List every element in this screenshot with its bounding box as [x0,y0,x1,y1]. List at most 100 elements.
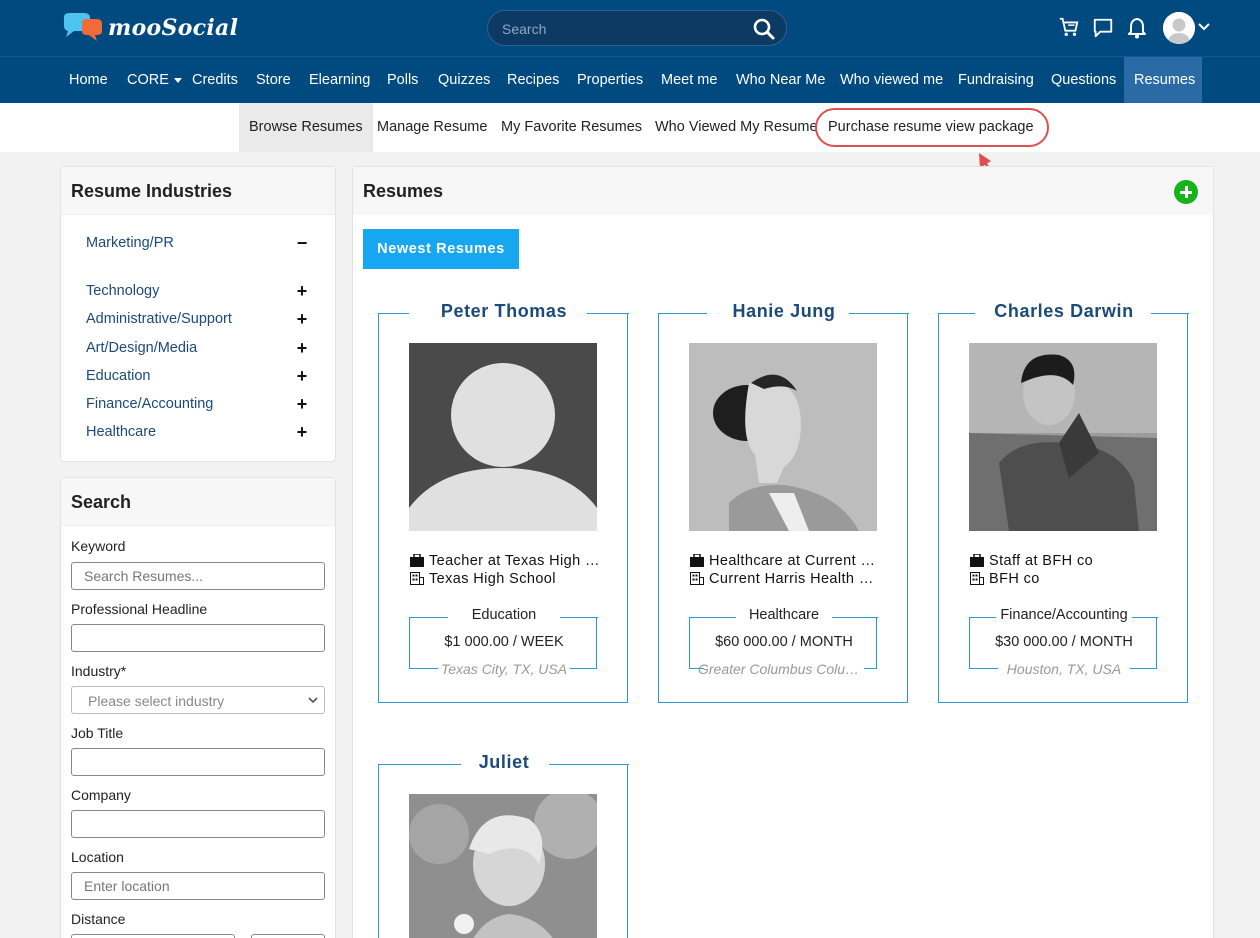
search-title: Search [61,478,335,526]
expand-icon[interactable]: + [295,394,309,415]
industry-item[interactable]: Healthcare [86,424,156,440]
industry-item[interactable]: Art/Design/Media [86,340,197,356]
nav-item-store[interactable]: Store [246,57,301,103]
nav-item-core[interactable]: CORE [117,57,192,103]
nav-item-elearning[interactable]: Elearning [299,57,380,103]
nav-item-polls[interactable]: Polls [377,57,428,103]
resume-photo[interactable] [689,343,877,531]
nav-label: Quizzes [438,72,491,88]
nav-item-quizzes[interactable]: Quizzes [428,57,500,103]
search-panel: Search Keyword Professional Headline Ind… [60,477,336,938]
distance-unit-select[interactable] [251,934,325,938]
building-icon [690,572,704,585]
resume-name[interactable]: Juliet [379,752,629,773]
resume-salary: $60 000.00 / MONTH [715,634,853,650]
nav-label: Questions [1051,72,1117,88]
resume-location: Texas City, TX, USA [440,661,568,677]
global-search-input[interactable] [502,19,742,39]
subnav-browse-resumes[interactable]: Browse Resumes [239,103,373,152]
industry-item[interactable]: Technology [86,283,159,299]
search-icon[interactable] [752,17,776,41]
jobtitle-input[interactable] [71,748,325,776]
industry-item[interactable]: Administrative/Support [86,311,232,327]
resume-photo[interactable] [969,343,1157,531]
resume-salary-box: Education $1 000.00 / WEEK Texas City, T… [409,607,598,677]
expand-icon[interactable]: + [295,309,309,330]
resumes-panel: Resumes Newest Resumes Peter Thomas Teac… [352,166,1214,938]
company-input[interactable] [71,810,325,838]
expand-icon[interactable]: + [295,366,309,387]
briefcase-icon [410,554,424,567]
resume-card[interactable]: Juliet [378,752,629,938]
resume-name[interactable]: Hanie Jung [659,301,909,322]
resume-card[interactable]: Hanie Jung Healthcare at Current Harris … [658,301,909,703]
distance-input[interactable] [71,934,235,938]
user-avatar-icon [1163,12,1195,44]
nav-item-who-viewed-me[interactable]: Who viewed me [830,57,953,103]
nav-item-home[interactable]: Home [59,57,118,103]
industry-item[interactable]: Marketing/PR [86,235,174,251]
industry-item[interactable]: Finance/Accounting [86,396,213,412]
building-icon [970,572,984,585]
headline-input[interactable] [71,624,325,652]
expand-icon[interactable]: + [295,422,309,443]
nav-label: Fundraising [958,72,1034,88]
nav-item-meet-me[interactable]: Meet me [651,57,727,103]
chevron-down-icon[interactable] [1198,22,1210,32]
bell-icon[interactable] [1127,17,1147,39]
nav-item-questions[interactable]: Questions [1041,57,1126,103]
resume-industry: Healthcare [748,607,820,623]
chat-icon[interactable] [1092,17,1114,39]
nav-label: Who viewed me [840,72,944,88]
nav-label: Store [256,72,291,88]
industries-title: Resume Industries [61,167,335,215]
resume-name[interactable]: Charles Darwin [939,301,1189,322]
subnav-manage-resume[interactable]: Manage Resume [367,103,497,152]
resume-company: Current Harris Health System [690,571,880,587]
tab-newest-resumes[interactable]: Newest Resumes [363,229,519,269]
profile-photo-woman-icon [409,794,597,938]
user-avatar[interactable] [1163,12,1195,44]
resume-card[interactable]: Peter Thomas Teacher at Texas High Schoo… [378,301,629,703]
keyword-input[interactable] [71,562,325,590]
site-logo[interactable]: mooSocial [60,13,238,43]
default-avatar-icon [409,343,597,531]
cart-icon[interactable] [1058,16,1080,38]
nav-label: Meet me [661,72,718,88]
nav-item-credits[interactable]: Credits [182,57,248,103]
nav-item-who-near-me[interactable]: Who Near Me [726,57,835,103]
top-bar: mooSocial [0,0,1260,56]
resume-job-text: Teacher at Texas High School [429,553,600,569]
resume-company-text: Current Harris Health System [709,571,880,587]
location-label: Location [71,849,124,865]
nav-label: Properties [577,72,644,88]
subnav-label: Browse Resumes [249,119,363,135]
nav-item-properties[interactable]: Properties [567,57,653,103]
industry-select[interactable]: Please select industry [71,686,325,714]
resume-company: BFH co [970,571,1160,587]
add-resume-button[interactable] [1174,180,1198,204]
building-icon [410,572,424,585]
nav-label: Home [69,72,108,88]
resume-photo[interactable] [409,343,597,531]
nav-item-recipes[interactable]: Recipes [497,57,569,103]
resume-name[interactable]: Peter Thomas [379,301,629,322]
resume-photo[interactable] [409,794,597,938]
keyword-label: Keyword [71,538,126,554]
profile-photo-woman-icon [689,343,877,531]
chevron-down-icon [308,697,318,704]
resume-salary: $30 000.00 / MONTH [995,634,1133,650]
collapse-icon[interactable]: − [295,233,309,254]
nav-item-resumes[interactable]: Resumes [1124,57,1202,103]
resume-company-text: BFH co [989,571,1040,587]
nav-item-fundraising[interactable]: Fundraising [948,57,1044,103]
industry-item[interactable]: Education [86,368,151,384]
subnav-my-favorite-resumes[interactable]: My Favorite Resumes [491,103,652,152]
nav-label: Recipes [507,72,560,88]
expand-icon[interactable]: + [295,338,309,359]
subnav-who-viewed-my-resume[interactable]: Who Viewed My Resume [645,103,828,152]
location-input[interactable] [71,872,325,900]
expand-icon[interactable]: + [295,281,309,302]
logo-text: mooSocial [108,15,239,41]
resume-card[interactable]: Charles Darwin Staff at BFH co BFH co Fi… [938,301,1189,703]
